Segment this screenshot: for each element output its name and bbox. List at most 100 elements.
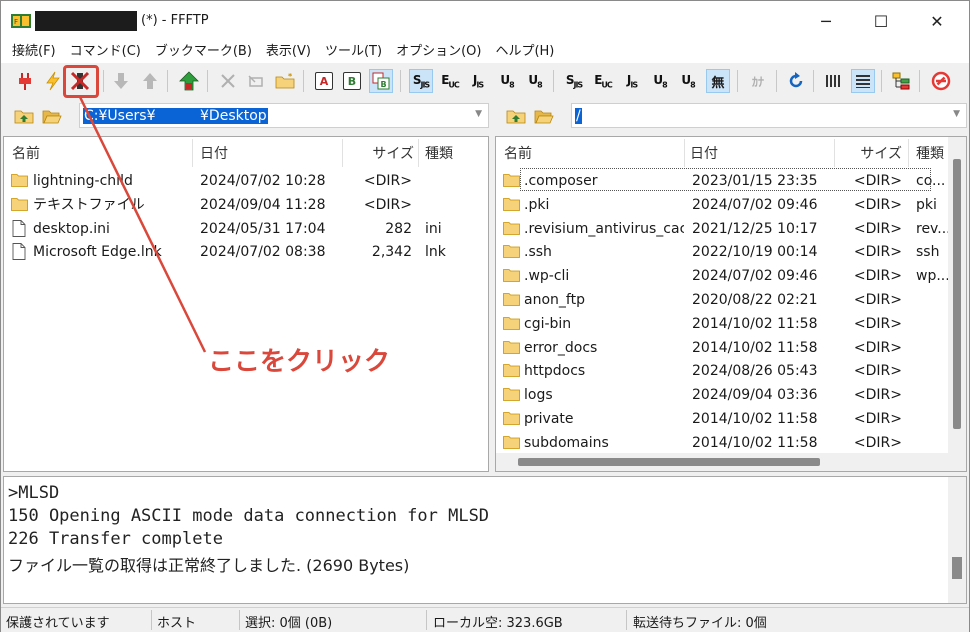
log-scrollbar[interactable] bbox=[948, 477, 966, 603]
maximize-button[interactable]: ☐ bbox=[858, 1, 904, 41]
host-jis-button[interactable]: JIS bbox=[466, 69, 490, 93]
tree-view-button[interactable] bbox=[889, 69, 913, 93]
connect-button[interactable] bbox=[13, 69, 37, 93]
download-button[interactable] bbox=[109, 69, 133, 93]
file-date: 2022/10/19 00:14 bbox=[692, 244, 818, 261]
file-row[interactable]: .revisium_antivirus_cac... 2021/12/25 10:… bbox=[496, 217, 966, 241]
kana-convert-button[interactable]: ｶﾅ bbox=[746, 69, 770, 93]
column-divider[interactable] bbox=[192, 139, 193, 167]
svg-text:F: F bbox=[14, 18, 18, 26]
menu-tools[interactable]: ツール(T) bbox=[318, 41, 389, 63]
file-name: .revisium_antivirus_cac... bbox=[524, 220, 684, 237]
file-date: 2024/05/31 17:04 bbox=[200, 220, 326, 237]
menu-help[interactable]: ヘルプ(H) bbox=[488, 41, 561, 63]
detail-view-button[interactable] bbox=[851, 69, 875, 93]
scrollbar-thumb[interactable] bbox=[953, 159, 961, 429]
local-sjis-button[interactable]: SJIS bbox=[562, 69, 586, 93]
menu-connect[interactable]: 接続(F) bbox=[5, 41, 63, 63]
scrollbar-thumb[interactable] bbox=[952, 557, 962, 579]
file-row[interactable]: httpdocs 2024/08/26 05:43 <DIR> bbox=[496, 359, 966, 383]
column-divider[interactable] bbox=[342, 139, 343, 167]
column-divider[interactable] bbox=[418, 139, 419, 167]
local-open-folder-button[interactable] bbox=[41, 105, 63, 127]
menu-options[interactable]: オプション(O) bbox=[389, 41, 488, 63]
list-view-button[interactable] bbox=[821, 69, 845, 93]
code-subscript: 8 bbox=[509, 80, 514, 90]
maximize-icon: ☐ bbox=[873, 11, 889, 31]
refresh-button[interactable] bbox=[784, 69, 808, 93]
remote-open-folder-button[interactable] bbox=[533, 105, 555, 127]
host-euc-button[interactable]: EUC bbox=[438, 69, 462, 93]
abort-button[interactable] bbox=[929, 69, 953, 93]
green-up-arrow-icon bbox=[179, 71, 199, 91]
menu-bookmark[interactable]: ブックマーク(B) bbox=[148, 41, 259, 63]
file-row[interactable]: .ssh 2022/10/19 00:14 <DIR> ssh bbox=[496, 240, 966, 264]
upload-button[interactable] bbox=[138, 69, 162, 93]
file-row[interactable]: logs 2024/09/04 03:36 <DIR> bbox=[496, 383, 966, 407]
remote-col-date[interactable]: 日付 bbox=[690, 137, 830, 169]
local-col-name[interactable]: 名前 bbox=[12, 137, 192, 169]
file-row[interactable]: lightning-child 2024/07/02 10:28 <DIR> bbox=[4, 169, 488, 193]
menu-view[interactable]: 表示(V) bbox=[259, 41, 318, 63]
file-row[interactable]: subdomains 2014/10/02 11:58 <DIR> bbox=[496, 431, 966, 455]
local-euc-button[interactable]: EUC bbox=[591, 69, 615, 93]
remote-path-combo[interactable]: / ▼ bbox=[571, 103, 967, 128]
file-date: 2014/10/02 11:58 bbox=[692, 315, 818, 332]
chevron-down-icon[interactable]: ▼ bbox=[475, 109, 482, 119]
file-row[interactable]: error_docs 2014/10/02 11:58 <DIR> bbox=[496, 336, 966, 360]
file-size: <DIR> bbox=[853, 244, 902, 261]
folder-icon bbox=[503, 364, 520, 378]
file-row[interactable]: Microsoft Edge.lnk 2024/07/02 08:38 2,342 l… bbox=[4, 240, 488, 264]
file-row[interactable]: cgi-bin 2014/10/02 11:58 <DIR> bbox=[496, 312, 966, 336]
code-subscript: 8 bbox=[537, 80, 542, 90]
local-jis-button[interactable]: JIS bbox=[620, 69, 644, 93]
binary-mode-button[interactable]: B bbox=[340, 69, 364, 93]
local-col-size[interactable]: サイズ bbox=[346, 137, 414, 169]
ascii-mode-button[interactable]: A bbox=[312, 69, 336, 93]
file-size: <DIR> bbox=[363, 196, 412, 213]
local-up-button[interactable] bbox=[13, 105, 35, 127]
minimize-button[interactable]: ─ bbox=[803, 1, 849, 41]
local-path-combo[interactable]: C:¥Users¥ ¥Desktop ▼ bbox=[79, 103, 489, 128]
folder-icon bbox=[503, 245, 520, 259]
mirror-upload-button[interactable] bbox=[177, 69, 201, 93]
remote-up-button[interactable] bbox=[505, 105, 527, 127]
column-divider[interactable] bbox=[834, 139, 835, 167]
file-row[interactable]: テキストファイル 2024/09/04 11:28 <DIR> bbox=[4, 193, 488, 217]
local-col-type[interactable]: 種類 bbox=[425, 137, 485, 169]
remote-col-name[interactable]: 名前 bbox=[504, 137, 684, 169]
menu-command[interactable]: コマンド(C) bbox=[63, 41, 148, 63]
chevron-down-icon[interactable]: ▼ bbox=[953, 109, 960, 119]
quick-connect-button[interactable] bbox=[41, 69, 65, 93]
close-button[interactable]: ✕ bbox=[914, 1, 960, 41]
rename-button[interactable] bbox=[244, 69, 268, 93]
file-row[interactable]: .wp-cli 2024/07/02 09:46 <DIR> wp... bbox=[496, 264, 966, 288]
utf8bom-icon: U8 bbox=[528, 72, 542, 90]
sjis-icon: SJIS bbox=[412, 72, 430, 90]
file-row[interactable]: .pki 2024/07/02 09:46 <DIR> pki bbox=[496, 193, 966, 217]
host-utf8bom-button[interactable]: U8 bbox=[523, 69, 547, 93]
local-file-list[interactable]: 名前 日付 サイズ 種類 lightning-child 2024/07/02 1… bbox=[3, 136, 489, 472]
delete-button[interactable] bbox=[216, 69, 240, 93]
auto-mode-button[interactable]: B bbox=[369, 69, 393, 93]
scrollbar-thumb[interactable] bbox=[518, 458, 820, 466]
remote-col-size[interactable]: サイズ bbox=[838, 137, 902, 169]
status-bar: 保護されています ホスト 選択: 0個 (0B) ローカル空: 323.6GB … bbox=[1, 607, 969, 632]
column-divider[interactable] bbox=[684, 139, 685, 167]
local-utf8bom-button[interactable]: U8 bbox=[676, 69, 700, 93]
no-convert-button[interactable]: 無 bbox=[706, 69, 730, 93]
new-folder-button[interactable]: * bbox=[273, 69, 297, 93]
file-row[interactable]: private 2014/10/02 11:58 <DIR> bbox=[496, 407, 966, 431]
svg-text:B: B bbox=[381, 80, 387, 89]
host-sjis-button[interactable]: SJIS bbox=[409, 69, 433, 93]
local-utf8-button[interactable]: U8 bbox=[648, 69, 672, 93]
host-utf8-button[interactable]: U8 bbox=[495, 69, 519, 93]
file-row[interactable]: desktop.ini 2024/05/31 17:04 282 ini bbox=[4, 217, 488, 241]
no-convert-icon: 無 bbox=[711, 75, 725, 91]
local-col-date[interactable]: 日付 bbox=[200, 137, 340, 169]
log-panel[interactable]: >MLSD 150 Opening ASCII mode data connec… bbox=[3, 476, 967, 604]
file-row[interactable]: anon_ftp 2020/08/22 02:21 <DIR> bbox=[496, 288, 966, 312]
column-divider[interactable] bbox=[908, 139, 909, 167]
remote-horizontal-scrollbar[interactable] bbox=[496, 453, 950, 471]
remote-vertical-scrollbar[interactable] bbox=[948, 137, 966, 471]
